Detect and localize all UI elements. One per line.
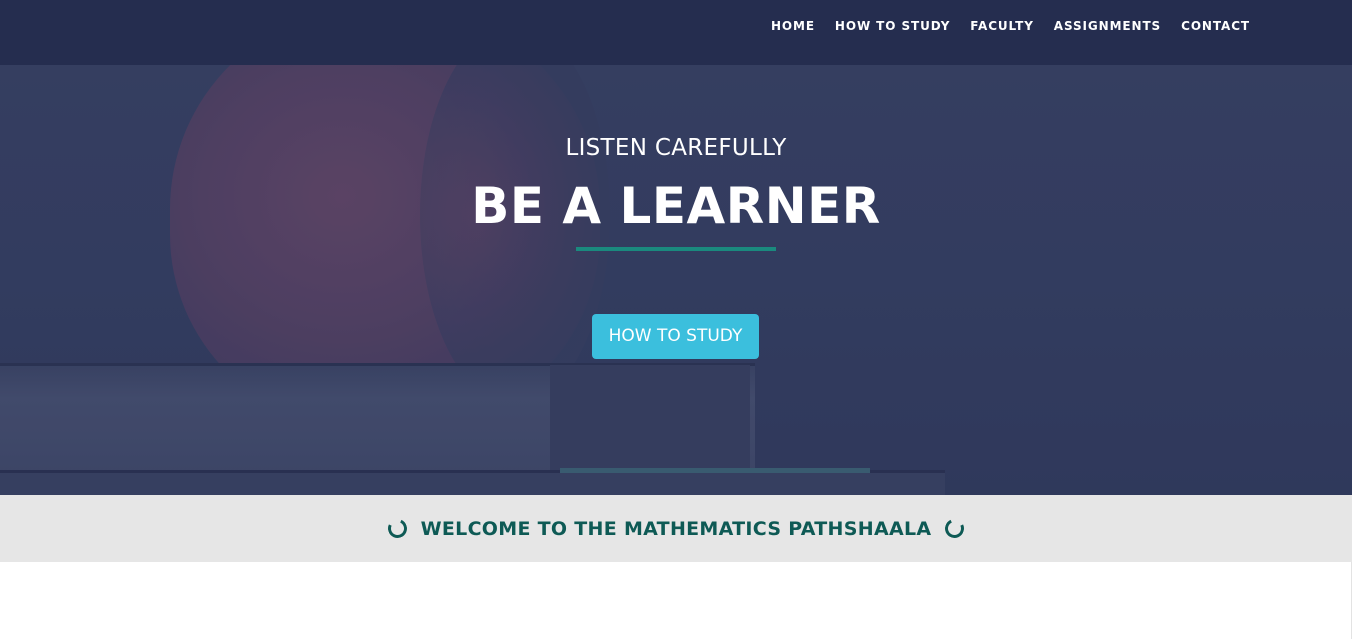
hero-overlay — [0, 65, 1352, 495]
loading-ring-icon — [384, 516, 410, 541]
nav-item-how-to-study[interactable]: HOW TO STUDY — [835, 19, 950, 34]
nav-menu: HOME HOW TO STUDY FACULTY ASSIGNMENTS CO… — [751, 19, 1250, 34]
nav-item-faculty[interactable]: FACULTY — [970, 19, 1034, 34]
nav-item-assignments[interactable]: ASSIGNMENTS — [1054, 19, 1161, 34]
welcome-strip: WELCOME TO THE MATHEMATICS PATHSHAALA — [0, 495, 1352, 562]
how-to-study-button[interactable]: HOW TO STUDY — [592, 314, 759, 359]
loading-ring-icon — [942, 516, 968, 541]
content-area — [0, 562, 1352, 639]
welcome-heading: WELCOME TO THE MATHEMATICS PATHSHAALA — [420, 517, 932, 540]
nav-item-contact[interactable]: CONTACT — [1181, 19, 1250, 34]
hero-title-underline — [576, 247, 776, 251]
top-navigation-bar: HOME HOW TO STUDY FACULTY ASSIGNMENTS CO… — [0, 0, 1352, 65]
hero-title: BE A LEARNER — [471, 177, 881, 235]
nav-item-home[interactable]: HOME — [771, 19, 815, 34]
hero-subtitle: LISTEN CAREFULLY — [565, 135, 787, 161]
hero-banner: LISTEN CAREFULLY BE A LEARNER HOW TO STU… — [0, 65, 1352, 495]
